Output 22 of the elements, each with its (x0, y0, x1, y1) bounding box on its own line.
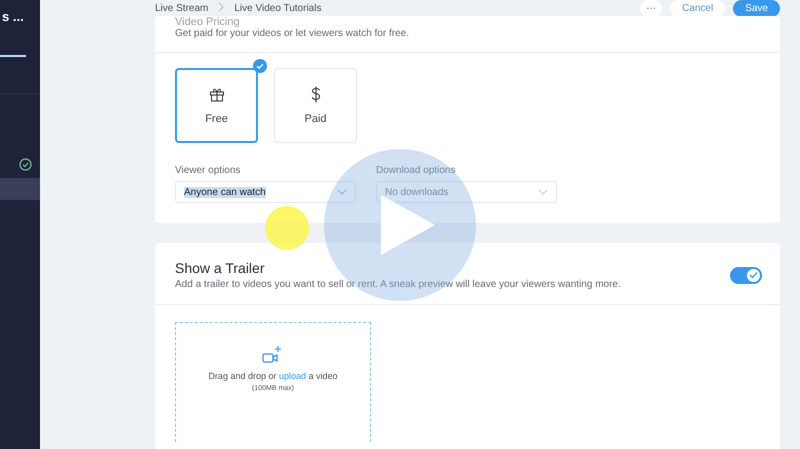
dropdown-field[interactable]: Anyone can watch (175, 181, 356, 203)
breadcrumb-link[interactable]: Live Video Tutorials (234, 2, 322, 14)
pricing-option[interactable]: Paid (274, 68, 357, 143)
section-title: Show a Trailer (175, 260, 266, 276)
breadcrumb-link[interactable]: Live Stream (155, 2, 208, 14)
section-description: Add a trailer to videos you want to sell or rent. A sneak preview will leave your viewers wanting more. (175, 279, 621, 290)
gift-icon (208, 87, 224, 102)
chevron-down-icon (337, 189, 347, 195)
field-label: Viewer options (175, 165, 242, 176)
section-title: Video Pricing (174, 17, 241, 28)
sidebar-title: s ... (1, 8, 25, 24)
section-description: Get paid for your videos or let viewers watch for free. (155, 28, 780, 53)
chevron-down-icon (538, 189, 548, 195)
video-camera-plus-icon (262, 345, 284, 365)
dollar-icon (310, 86, 320, 103)
field-label: Download options (376, 165, 456, 176)
toggle-switch[interactable] (730, 266, 762, 284)
pricing-option[interactable]: Free (175, 68, 258, 143)
upload-instructions: Drag and drop or upload a video (208, 371, 338, 381)
checkmark-badge-icon (253, 59, 267, 73)
more-button[interactable]: ··· (640, 0, 662, 16)
check-icon (749, 271, 758, 279)
